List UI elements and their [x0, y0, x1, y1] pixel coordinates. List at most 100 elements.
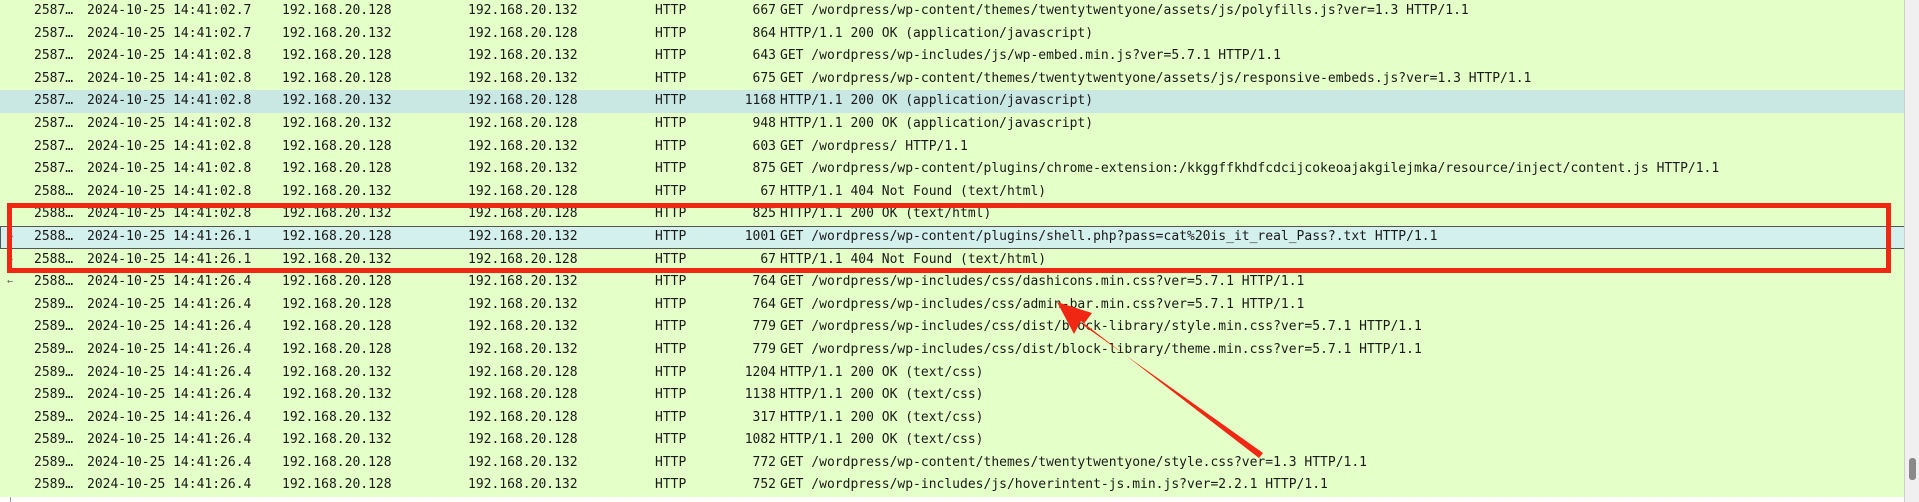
packet-destination: 192.168.20.128: [468, 432, 578, 448]
packet-source: 192.168.20.132: [282, 387, 392, 403]
packet-row[interactable]: 2587… 2024-10-25 14:41:02.8 192.168.20.132…: [0, 112, 1905, 136]
packet-length: 67: [760, 183, 776, 199]
packet-time: 2024-10-25 14:41:26.4: [87, 432, 252, 448]
packet-destination: 192.168.20.132: [468, 477, 578, 493]
packet-length: 779: [752, 341, 776, 357]
packet-source: 192.168.20.128: [282, 274, 392, 290]
packet-info: GET /wordpress/wp-includes/css/dist/bloc…: [780, 341, 1422, 357]
packet-time: 2024-10-25 14:41:26.4: [87, 477, 252, 493]
packet-time: 2024-10-25 14:41:02.8: [87, 138, 252, 154]
packet-length: 864: [752, 25, 776, 41]
packet-length: 643: [752, 48, 776, 64]
packet-destination: 192.168.20.132: [468, 70, 578, 86]
packet-time: 2024-10-25 14:41:26.4: [87, 387, 252, 403]
packet-time: 2024-10-25 14:41:02.7: [87, 3, 252, 18]
vertical-scrollbar[interactable]: [1904, 0, 1919, 502]
packet-destination: 192.168.20.132: [468, 48, 578, 64]
packet-row[interactable]: 2587… 2024-10-25 14:41:02.8 192.168.20.128…: [0, 158, 1905, 181]
packet-time: 2024-10-25 14:41:26.4: [87, 409, 252, 425]
packet-destination: 192.168.20.132: [468, 138, 578, 154]
packet-time: 2024-10-25 14:41:02.8: [87, 115, 252, 131]
packet-number: 2589…: [34, 409, 74, 425]
packet-time: 2024-10-25 14:41:26.4: [87, 319, 252, 335]
packet-time: 2024-10-25 14:41:26.4: [87, 296, 252, 312]
packet-destination: 192.168.20.128: [468, 387, 578, 403]
packet-source: 192.168.20.128: [282, 3, 392, 18]
packet-info: GET /wordpress/wp-content/themes/twentyt…: [780, 70, 1532, 86]
packet-row[interactable]: 2589… 2024-10-25 14:41:26.4 192.168.20.128…: [0, 474, 1905, 498]
packet-row[interactable]: 2587… 2024-10-25 14:41:02.8 192.168.20.128…: [0, 45, 1905, 68]
packet-info: GET /wordpress/wp-content/themes/twentyt…: [780, 3, 1469, 18]
packet-length: 317: [752, 409, 776, 425]
packet-length: 1168: [744, 93, 776, 109]
packet-info: GET /wordpress/wp-includes/css/dashicons…: [780, 274, 1305, 290]
packet-row[interactable]: 2587… 2024-10-25 14:41:02.8 192.168.20.132…: [0, 90, 1905, 113]
packet-length: 603: [752, 138, 776, 154]
packet-time: 2024-10-25 14:41:26.4: [87, 364, 252, 380]
response-arrow-icon: ←: [7, 276, 14, 288]
annotation-highlight-box: [7, 203, 1891, 273]
packet-row[interactable]: 2589… 2024-10-25 14:41:26.4 192.168.20.128…: [0, 338, 1905, 362]
packet-number: 2588…: [34, 183, 74, 199]
packet-number: 2587…: [34, 138, 74, 154]
packet-row[interactable]: 2588… 2024-10-25 14:41:02.8 192.168.20.132…: [0, 180, 1905, 204]
packet-row[interactable]: 2589… 2024-10-25 14:41:26.4 192.168.20.132…: [0, 406, 1905, 430]
packet-row[interactable]: 2589… 2024-10-25 14:41:26.4 192.168.20.132…: [0, 361, 1905, 385]
packet-number: 2589…: [34, 341, 74, 357]
packet-info: HTTP/1.1 200 OK (text/css): [780, 364, 984, 380]
packet-number: 2587…: [34, 48, 74, 64]
packet-destination: 192.168.20.132: [468, 319, 578, 335]
packet-row[interactable]: 2589… 2024-10-25 14:41:26.4 192.168.20.128…: [0, 451, 1905, 475]
packet-number: 2587…: [34, 25, 74, 41]
packet-time: 2024-10-25 14:41:26.4: [87, 274, 252, 290]
packet-source: 192.168.20.128: [282, 319, 392, 335]
packet-source: 192.168.20.128: [282, 341, 392, 357]
packet-info: GET /wordpress/wp-content/plugins/chrome…: [780, 161, 1720, 177]
packet-source: 192.168.20.132: [282, 409, 392, 425]
packet-info: HTTP/1.1 200 OK (application/javascript): [780, 25, 1094, 41]
packet-length: 948: [752, 115, 776, 131]
packet-length: 1204: [744, 364, 776, 380]
packet-time: 2024-10-25 14:41:26.4: [87, 341, 252, 357]
packet-time: 2024-10-25 14:41:02.8: [87, 93, 252, 109]
packet-length: 764: [752, 274, 776, 290]
packet-info: HTTP/1.1 200 OK (text/css): [780, 409, 984, 425]
packet-row[interactable]: 2589… 2024-10-25 14:41:26.4 192.168.20.128…: [0, 293, 1905, 317]
packet-time: 2024-10-25 14:41:02.7: [87, 25, 252, 41]
packet-row[interactable]: 2587… 2024-10-25 14:41:02.7 192.168.20.132…: [0, 22, 1905, 46]
packet-time: 2024-10-25 14:41:26.4: [87, 454, 252, 470]
packet-row[interactable]: 2589… 2024-10-25 14:41:26.4 192.168.20.128…: [0, 316, 1905, 339]
packet-source: 192.168.20.128: [282, 477, 392, 493]
packet-row[interactable]: 2588… 2024-10-25 14:41:26.4 192.168.20.128…: [0, 271, 1905, 294]
packet-number: 2587…: [34, 161, 74, 177]
packet-row[interactable]: 2587… 2024-10-25 14:41:02.7 192.168.20.128…: [0, 0, 1905, 23]
packet-destination: 192.168.20.128: [468, 115, 578, 131]
packet-number: 2589…: [34, 477, 74, 493]
packet-row[interactable]: 2587… 2024-10-25 14:41:02.8 192.168.20.128…: [0, 67, 1905, 91]
packet-number: 2589…: [34, 364, 74, 380]
packet-source: 192.168.20.128: [282, 70, 392, 86]
packet-source: 192.168.20.128: [282, 48, 392, 64]
packet-length: 1138: [744, 387, 776, 403]
packet-row[interactable]: 2587… 2024-10-25 14:41:02.8 192.168.20.128…: [0, 135, 1905, 159]
packet-destination: 192.168.20.132: [468, 296, 578, 312]
packet-destination: 192.168.20.132: [468, 274, 578, 290]
packet-number: 2587…: [34, 70, 74, 86]
packet-info: GET /wordpress/wp-includes/js/hoverinten…: [780, 477, 1328, 493]
packet-length: 779: [752, 319, 776, 335]
packet-number: 2587…: [34, 3, 74, 18]
packet-source: 192.168.20.132: [282, 183, 392, 199]
packet-row[interactable]: 2589… 2024-10-25 14:41:26.4 192.168.20.132…: [0, 384, 1905, 407]
packet-time: 2024-10-25 14:41:02.8: [87, 161, 252, 177]
packet-number: 2587…: [34, 93, 74, 109]
packet-info: HTTP/1.1 200 OK (text/css): [780, 387, 984, 403]
packet-destination: 192.168.20.128: [468, 93, 578, 109]
packet-row[interactable]: 2589… 2024-10-25 14:41:26.4 192.168.20.132…: [0, 429, 1905, 452]
packet-length: 675: [752, 70, 776, 86]
packet-number: 2589…: [34, 319, 74, 335]
packet-destination: 192.168.20.128: [468, 364, 578, 380]
packet-source: 192.168.20.128: [282, 296, 392, 312]
packet-info: GET /wordpress/ HTTP/1.1: [780, 138, 968, 154]
scrollbar-thumb[interactable]: [1909, 458, 1916, 480]
packet-number: 2589…: [34, 387, 74, 403]
